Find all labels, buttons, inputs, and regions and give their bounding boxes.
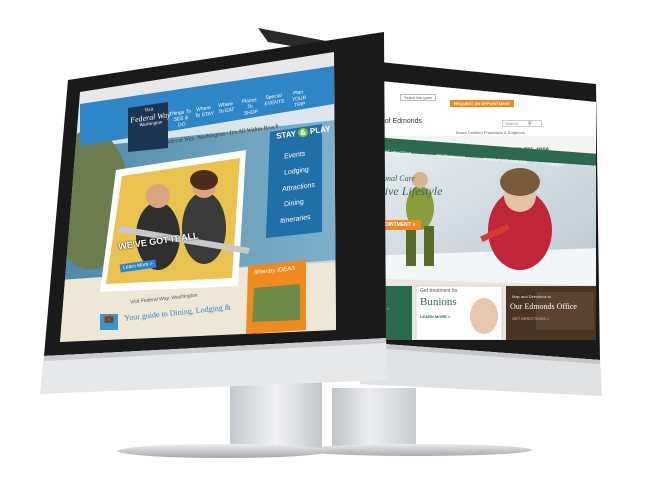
amp-label: & xyxy=(297,127,309,138)
bag-icon: 💼 xyxy=(104,314,114,323)
left-nav-shop[interactable]: Places To SHOP xyxy=(239,97,261,118)
left-nav-see-do[interactable]: Things To SEE & DO xyxy=(169,109,193,130)
product-showcase: T of Edmonds Select link goes REQUEST AN… xyxy=(0,0,650,488)
left-monitor-frame xyxy=(40,32,388,394)
left-nav-plan[interactable]: Plan YOUR TRIP xyxy=(287,89,311,110)
